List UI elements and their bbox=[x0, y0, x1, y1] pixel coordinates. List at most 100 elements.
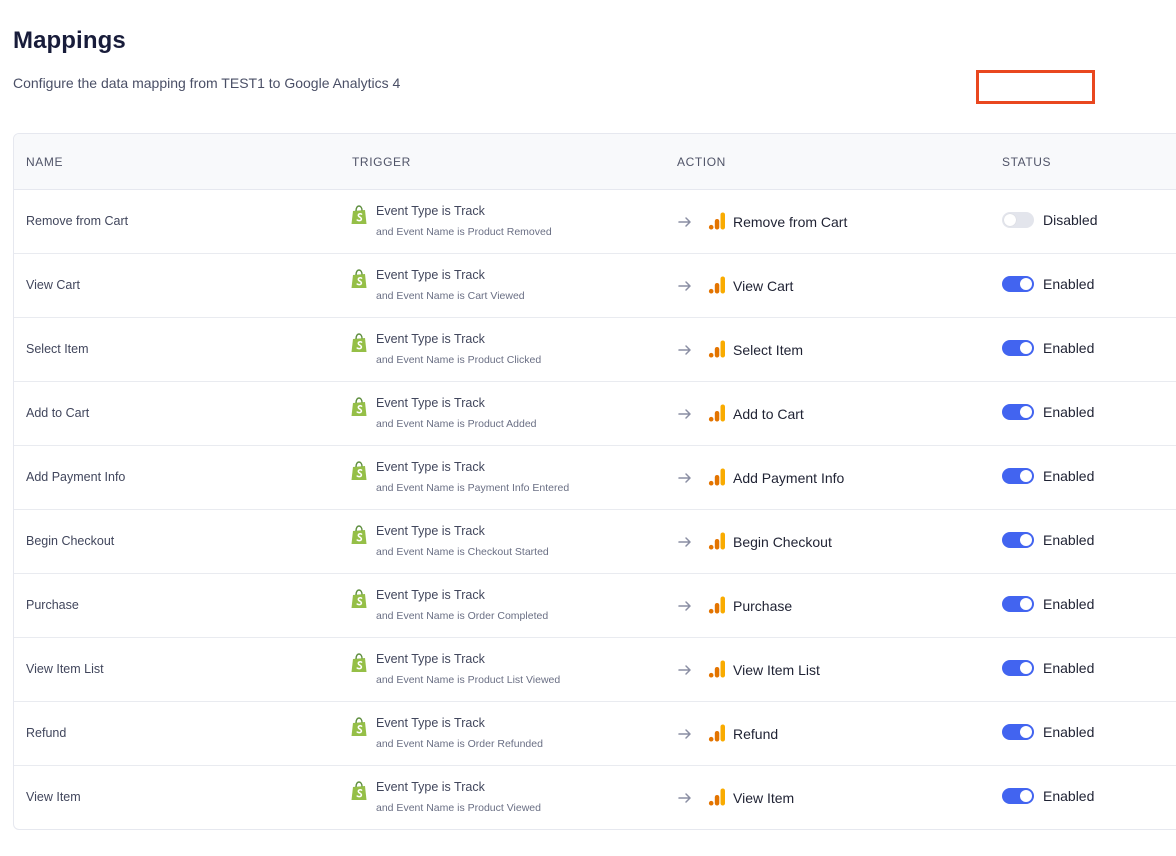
status-cell: Enabled bbox=[1002, 468, 1094, 484]
status-label: Enabled bbox=[1043, 596, 1095, 612]
mapping-name[interactable]: View Cart bbox=[26, 278, 80, 292]
mapping-name[interactable]: Add Payment Info bbox=[26, 470, 125, 484]
column-header-action[interactable]: ACTION bbox=[677, 155, 726, 169]
table-row[interactable]: View Cart Event Type is Track and Event … bbox=[14, 254, 1176, 318]
table-header: NAME TRIGGER ACTION STATUS bbox=[14, 134, 1176, 190]
trigger-event-type: Event Type is Track bbox=[376, 204, 485, 218]
trigger-event-type: Event Type is Track bbox=[376, 396, 485, 410]
table-row[interactable]: Refund Event Type is Track and Event Nam… bbox=[14, 702, 1176, 766]
google-analytics-icon bbox=[708, 532, 725, 550]
trigger-event-type: Event Type is Track bbox=[376, 716, 485, 730]
trigger-event-name: and Event Name is Product Removed bbox=[376, 226, 552, 238]
google-analytics-icon bbox=[708, 596, 725, 614]
shopify-bag-icon bbox=[351, 397, 367, 416]
shopify-bag-icon bbox=[351, 717, 367, 736]
status-cell: Enabled bbox=[1002, 532, 1094, 548]
action-label: View Cart bbox=[733, 278, 794, 294]
table-row[interactable]: Add to Cart Event Type is Track and Even… bbox=[14, 382, 1176, 446]
arrow-right-icon bbox=[678, 409, 691, 419]
mapping-name[interactable]: Select Item bbox=[26, 342, 89, 356]
mapping-name[interactable]: Refund bbox=[26, 726, 66, 740]
action-label: View Item bbox=[733, 790, 795, 806]
arrow-right-icon bbox=[678, 281, 691, 291]
mapping-name[interactable]: Begin Checkout bbox=[26, 534, 114, 548]
status-toggle[interactable] bbox=[1002, 340, 1034, 356]
toggle-knob bbox=[1020, 278, 1032, 290]
status-toggle[interactable] bbox=[1002, 468, 1034, 484]
arrow-right-icon bbox=[678, 729, 691, 739]
arrow-right-icon bbox=[678, 793, 691, 803]
status-toggle[interactable] bbox=[1002, 276, 1034, 292]
google-analytics-icon bbox=[708, 468, 725, 486]
google-analytics-icon bbox=[708, 788, 725, 806]
mapping-name[interactable]: View Item bbox=[26, 790, 81, 804]
table-row[interactable]: Remove from Cart Event Type is Track and… bbox=[14, 190, 1176, 254]
table-row[interactable]: Begin Checkout Event Type is Track and E… bbox=[14, 510, 1176, 574]
status-cell: Enabled bbox=[1002, 404, 1094, 420]
action-label: View Item List bbox=[733, 662, 820, 678]
status-label: Enabled bbox=[1043, 724, 1095, 740]
google-analytics-icon bbox=[708, 404, 725, 422]
toggle-knob bbox=[1020, 598, 1032, 610]
table-row[interactable]: View Item List Event Type is Track and E… bbox=[14, 638, 1176, 702]
trigger-event-name: and Event Name is Product Viewed bbox=[376, 802, 541, 814]
table-row[interactable]: Add Payment Info Event Type is Track and… bbox=[14, 446, 1176, 510]
trigger-event-name: and Event Name is Checkout Started bbox=[376, 546, 549, 558]
column-header-name[interactable]: NAME bbox=[26, 155, 63, 169]
shopify-bag-icon bbox=[351, 589, 367, 608]
action-label: Remove from Cart bbox=[733, 214, 848, 230]
shopify-bag-icon bbox=[351, 333, 367, 352]
status-toggle[interactable] bbox=[1002, 788, 1034, 804]
column-header-trigger[interactable]: TRIGGER bbox=[352, 155, 411, 169]
shopify-bag-icon bbox=[351, 525, 367, 544]
table-body: Remove from Cart Event Type is Track and… bbox=[14, 190, 1176, 829]
mapping-name[interactable]: Purchase bbox=[26, 598, 79, 612]
trigger-event-type: Event Type is Track bbox=[376, 332, 485, 346]
status-cell: Enabled bbox=[1002, 340, 1094, 356]
mapping-name[interactable]: Add to Cart bbox=[26, 406, 89, 420]
trigger-event-name: and Event Name is Payment Info Entered bbox=[376, 482, 570, 494]
arrow-right-icon bbox=[678, 601, 691, 611]
status-label: Enabled bbox=[1043, 404, 1095, 420]
mapping-name[interactable]: Remove from Cart bbox=[26, 214, 128, 228]
table-row[interactable]: Purchase Event Type is Track and Event N… bbox=[14, 574, 1176, 638]
status-toggle[interactable] bbox=[1002, 404, 1034, 420]
status-cell: Disabled bbox=[1002, 212, 1097, 228]
trigger-event-name: and Event Name is Order Completed bbox=[376, 610, 549, 622]
status-label: Disabled bbox=[1043, 212, 1098, 228]
toggle-knob bbox=[1020, 342, 1032, 354]
shopify-bag-icon bbox=[351, 461, 367, 480]
toggle-knob bbox=[1020, 790, 1032, 802]
status-toggle[interactable] bbox=[1002, 532, 1034, 548]
trigger-event-type: Event Type is Track bbox=[376, 780, 485, 794]
shopify-bag-icon bbox=[351, 205, 367, 224]
trigger-event-type: Event Type is Track bbox=[376, 460, 485, 474]
column-header-status[interactable]: STATUS bbox=[1002, 155, 1051, 169]
status-toggle[interactable] bbox=[1002, 212, 1034, 228]
mapping-name[interactable]: View Item List bbox=[26, 662, 104, 676]
trigger-event-type: Event Type is Track bbox=[376, 652, 485, 666]
toggle-knob bbox=[1020, 534, 1032, 546]
highlight-box bbox=[976, 70, 1095, 104]
action-label: Begin Checkout bbox=[733, 534, 832, 550]
trigger-event-name: and Event Name is Product Clicked bbox=[376, 354, 542, 366]
table-row[interactable]: View Item Event Type is Track and Event … bbox=[14, 766, 1176, 829]
page-title: Mappings bbox=[13, 27, 126, 54]
toggle-knob bbox=[1020, 662, 1032, 674]
shopify-bag-icon bbox=[351, 269, 367, 288]
action-label: Add to Cart bbox=[733, 406, 804, 422]
status-cell: Enabled bbox=[1002, 724, 1094, 740]
trigger-event-type: Event Type is Track bbox=[376, 268, 485, 282]
arrow-right-icon bbox=[678, 537, 691, 547]
status-label: Enabled bbox=[1043, 468, 1095, 484]
shopify-bag-icon bbox=[351, 781, 367, 800]
action-label: Select Item bbox=[733, 342, 804, 358]
action-label: Add Payment Info bbox=[733, 470, 845, 486]
table-row[interactable]: Select Item Event Type is Track and Even… bbox=[14, 318, 1176, 382]
status-toggle[interactable] bbox=[1002, 596, 1034, 612]
status-label: Enabled bbox=[1043, 788, 1095, 804]
status-toggle[interactable] bbox=[1002, 660, 1034, 676]
status-toggle[interactable] bbox=[1002, 724, 1034, 740]
trigger-event-type: Event Type is Track bbox=[376, 588, 485, 602]
action-label: Purchase bbox=[733, 598, 793, 614]
